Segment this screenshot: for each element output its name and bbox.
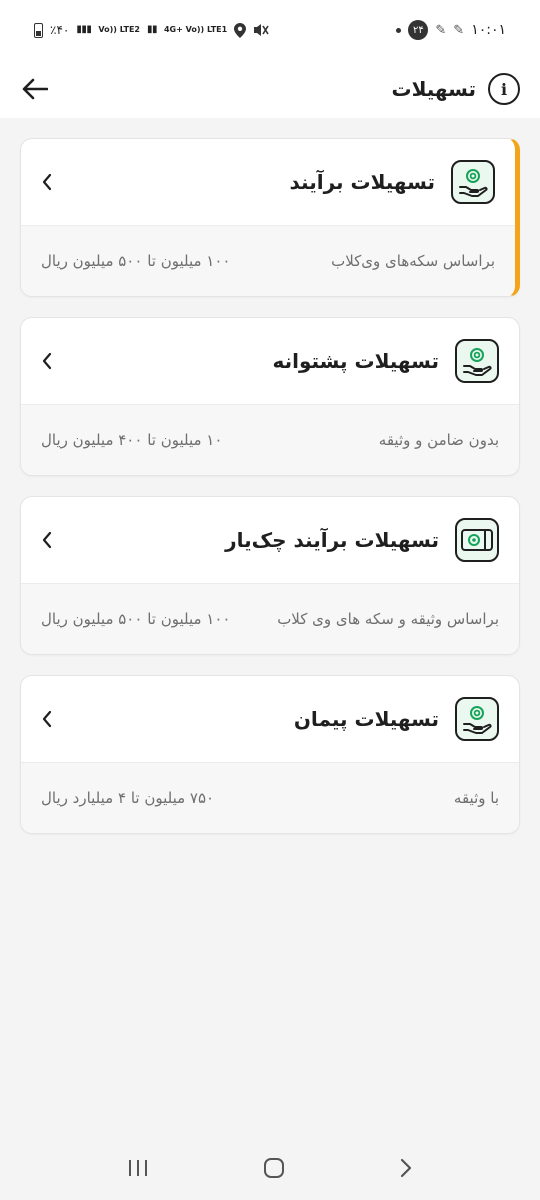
chevron-left-icon[interactable] [37,351,57,371]
battery-icon [34,22,43,38]
app-header: i تسهیلات [0,60,540,118]
chevron-left-icon[interactable] [37,172,57,192]
loan-card-list: تسهیلات برآیند براساس سکه‌های وی‌کلاب ۱۰… [20,138,520,854]
chevron-right-icon [400,1158,412,1178]
home-icon [264,1158,284,1178]
recent-apps-button[interactable] [127,1158,149,1182]
status-bar: ٪۴۰ ▮▮▮ Vo)) LTE2 ▮▮ 4G+ Vo)) LTE1 ۲۴ ✎ … [0,0,540,60]
card-description: براساس وثیقه و سکه های وی کلاب [277,610,499,628]
card-details: با وثیقه ۷۵۰ میلیون تا ۴ میلیارد ریال [21,762,519,833]
system-nav-bar [0,1140,540,1200]
card-title: تسهیلات پیمان [293,707,439,731]
cheque-icon [455,518,499,562]
card-description: با وثیقه [453,789,499,807]
coin-hand-icon [455,339,499,383]
card-header: تسهیلات برآیند چک‌یار [21,497,519,583]
info-button[interactable]: i [488,73,520,105]
card-amount-range: ۱۰ میلیون تا ۴۰۰ میلیون ریال [41,431,223,449]
location-icon [234,22,247,38]
app-notification-icon-2: ✎ [453,22,465,38]
notification-dot-icon [396,27,402,33]
battery-text: ٪۴۰ [50,23,70,37]
chevron-left-icon[interactable] [37,530,57,550]
card-amount-range: ۱۰۰ میلیون تا ۵۰۰ میلیون ریال [41,610,231,628]
card-header: تسهیلات برآیند [21,139,515,225]
loan-card-poshtvaneh[interactable]: تسهیلات پشتوانه بدون ضامن و وثیقه ۱۰ میل… [20,317,520,476]
card-title: تسهیلات برآیند چک‌یار [225,528,439,552]
info-icon: i [500,79,508,99]
signal-icon-2: ▮▮ [146,24,158,35]
card-description: بدون ضامن و وثیقه [378,431,499,449]
status-left: ٪۴۰ ▮▮▮ Vo)) LTE2 ▮▮ 4G+ Vo)) LTE1 [34,22,269,38]
card-title: تسهیلات پشتوانه [272,349,439,373]
clock: ۱۰:۰۱ [471,22,506,38]
signal-icon: ▮▮▮ [76,24,92,35]
page-title: تسهیلات [391,77,476,101]
arrow-back-icon [22,78,48,100]
coin-hand-icon [451,160,495,204]
card-description: براساس سکه‌های وی‌کلاب [331,252,495,270]
mute-icon [254,24,269,36]
card-header: تسهیلات پیمان [21,676,519,762]
screen: ٪۴۰ ▮▮▮ Vo)) LTE2 ▮▮ 4G+ Vo)) LTE1 ۲۴ ✎ … [0,0,540,1200]
card-amount-range: ۷۵۰ میلیون تا ۴ میلیارد ریال [41,789,215,807]
loan-card-barayand-chekyar[interactable]: تسهیلات برآیند چک‌یار براساس وثیقه و سکه… [20,496,520,655]
network-label-1: Vo)) LTE2 [98,25,140,34]
card-amount-range: ۱۰۰ میلیون تا ۵۰۰ میلیون ریال [41,252,231,270]
loan-card-barayand[interactable]: تسهیلات برآیند براساس سکه‌های وی‌کلاب ۱۰… [20,138,520,297]
notification-count: ۲۴ [408,20,429,40]
loan-card-peyman[interactable]: تسهیلات پیمان با وثیقه ۷۵۰ میلیون تا ۴ م… [20,675,520,834]
app-notification-icon: ✎ [435,22,447,38]
network-label-2: 4G+ Vo)) LTE1 [163,25,228,34]
chevron-left-icon[interactable] [37,709,57,729]
nav-back-button[interactable] [399,1157,413,1183]
home-button[interactable] [263,1157,285,1183]
coin-hand-icon [455,697,499,741]
status-right: ۲۴ ✎ ✎ ۱۰:۰۱ [396,20,506,40]
card-header: تسهیلات پشتوانه [21,318,519,404]
recent-apps-icon [129,1160,147,1176]
card-details: براساس سکه‌های وی‌کلاب ۱۰۰ میلیون تا ۵۰۰… [21,225,515,296]
card-details: بدون ضامن و وثیقه ۱۰ میلیون تا ۴۰۰ میلیو… [21,404,519,475]
card-details: براساس وثیقه و سکه های وی کلاب ۱۰۰ میلیو… [21,583,519,654]
back-button[interactable] [20,74,50,104]
card-title: تسهیلات برآیند [289,170,435,194]
